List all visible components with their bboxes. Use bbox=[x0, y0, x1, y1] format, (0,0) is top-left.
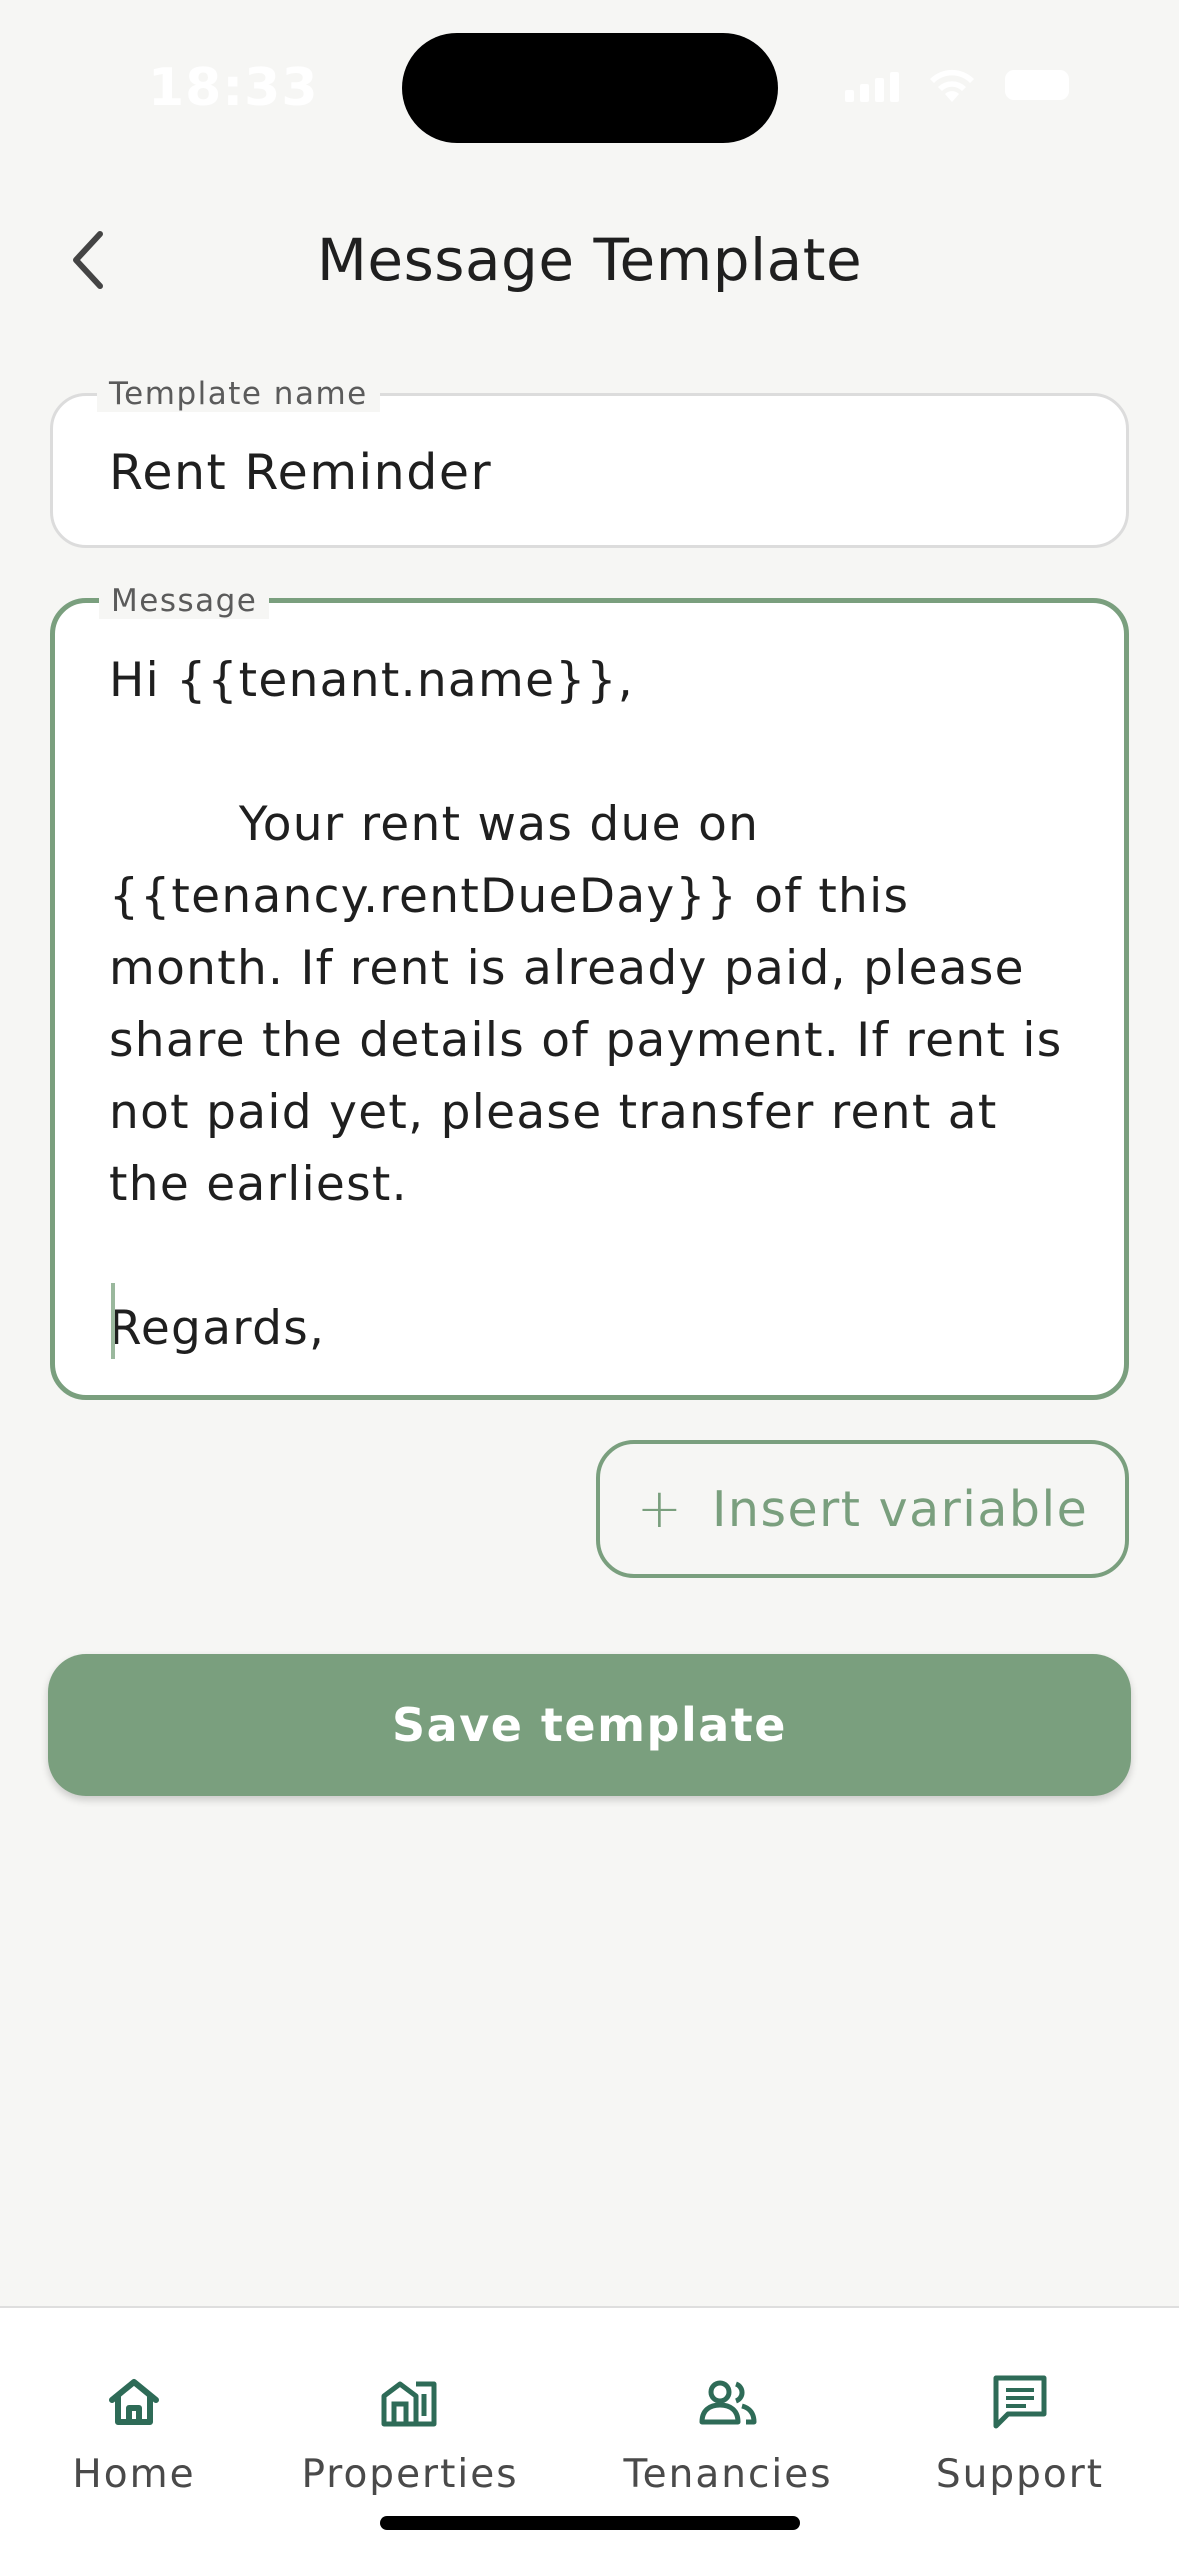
signal-icon bbox=[845, 68, 899, 102]
nav-item-properties[interactable]: Properties bbox=[290, 2308, 530, 2508]
wifi-icon bbox=[930, 69, 974, 102]
people-icon bbox=[699, 2380, 757, 2425]
save-template-button[interactable]: Save template bbox=[48, 1654, 1131, 1796]
status-time: 18:33 bbox=[148, 58, 319, 118]
message-field[interactable]: Message Hi {{tenant.name}}, Your rent wa… bbox=[50, 583, 1129, 1400]
text-caret bbox=[111, 1283, 115, 1359]
status-icons bbox=[845, 66, 1069, 104]
home-icon bbox=[109, 2379, 159, 2425]
nav-item-support[interactable]: Support bbox=[920, 2308, 1120, 2508]
nav-item-home[interactable]: Home bbox=[44, 2308, 224, 2508]
page-title: Message Template bbox=[316, 226, 863, 294]
header: Message Template bbox=[0, 200, 1179, 320]
nav-label-home: Home bbox=[72, 2452, 196, 2497]
buildings-icon bbox=[381, 2381, 437, 2427]
status-bar: 18:33 bbox=[0, 0, 1179, 160]
dynamic-island bbox=[402, 33, 778, 143]
chat-icon bbox=[993, 2375, 1047, 2429]
insert-variable-button[interactable]: + Insert variable bbox=[596, 1440, 1129, 1578]
battery-icon bbox=[1005, 70, 1069, 100]
template-name-label: Template name bbox=[97, 376, 380, 412]
message-label: Message bbox=[99, 583, 270, 619]
insert-variable-label: Insert variable bbox=[711, 1480, 1089, 1538]
nav-label-support: Support bbox=[935, 2452, 1105, 2497]
template-name-input[interactable]: Rent Reminder bbox=[109, 444, 492, 501]
save-template-label: Save template bbox=[392, 1698, 787, 1752]
nav-label-properties: Properties bbox=[301, 2452, 519, 2497]
template-name-field[interactable]: Template name Rent Reminder bbox=[50, 376, 1129, 548]
home-indicator bbox=[380, 2516, 800, 2530]
nav-item-tenancies[interactable]: Tenancies bbox=[614, 2308, 842, 2508]
nav-label-tenancies: Tenancies bbox=[623, 2452, 833, 2497]
message-textarea[interactable]: Hi {{tenant.name}}, Your rent was due on… bbox=[109, 645, 1079, 1365]
plus-icon: + bbox=[636, 1477, 682, 1540]
